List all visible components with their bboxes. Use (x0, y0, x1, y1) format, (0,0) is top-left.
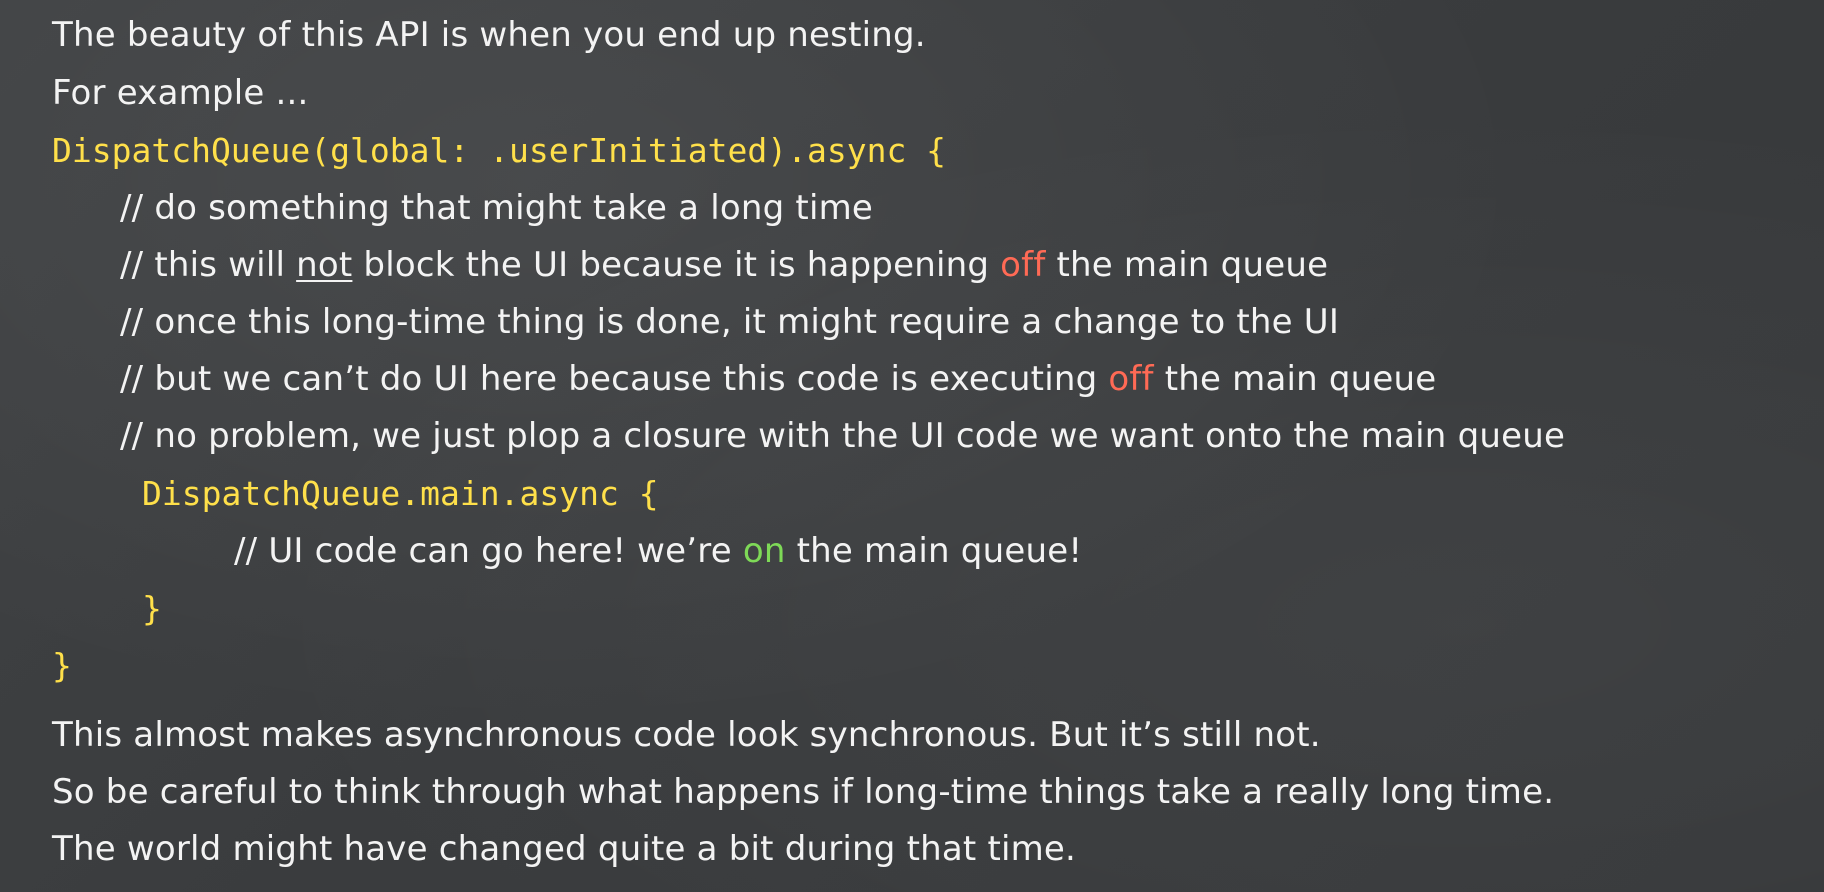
comment-4-pre: // but we can’t do UI here because this … (120, 359, 1109, 399)
code-outer-open: DispatchQueue(global: .userInitiated).as… (52, 131, 947, 170)
intro-line-1: The beauty of this API is when you end u… (52, 15, 926, 55)
code-inner-open: DispatchQueue.main.async { (142, 474, 659, 513)
comment-2-post: the main queue (1045, 245, 1329, 285)
intro-line-2: For example ... (52, 73, 309, 113)
slide: The beauty of this API is when you end u… (0, 0, 1824, 892)
comment-line-5: // no problem, we just plop a closure wi… (120, 416, 1566, 456)
comment-2-underlined: not (296, 245, 353, 285)
comment-4-post: the main queue (1153, 359, 1437, 399)
comment-2-pre: // this will (120, 245, 297, 285)
comment-line-4: // but we can’t do UI here because this … (120, 362, 1436, 396)
comment-line-2: // this will not block the UI because it… (120, 248, 1328, 282)
inner-comment-post: the main queue! (785, 531, 1083, 571)
outro-line-3: The world might have changed quite a bit… (52, 829, 1077, 869)
comment-line-3: // once this long-time thing is done, it… (120, 302, 1340, 342)
inner-comment-on-highlight: on (742, 531, 786, 571)
comment-line-1: // do something that might take a long t… (120, 188, 874, 228)
outro-line-1: This almost makes asynchronous code look… (52, 715, 1321, 755)
inner-comment-pre: // UI code can go here! we’re (234, 531, 743, 571)
outro-line-2: So be careful to think through what happ… (52, 772, 1555, 812)
comment-2-mid: block the UI because it is happening (352, 245, 1001, 285)
code-outer-close: } (52, 646, 72, 685)
comment-2-off-highlight: off (1000, 245, 1046, 285)
comment-4-off-highlight: off (1108, 359, 1154, 399)
inner-comment-line: // UI code can go here! we’re on the mai… (234, 534, 1082, 568)
code-inner-close: } (142, 589, 162, 628)
